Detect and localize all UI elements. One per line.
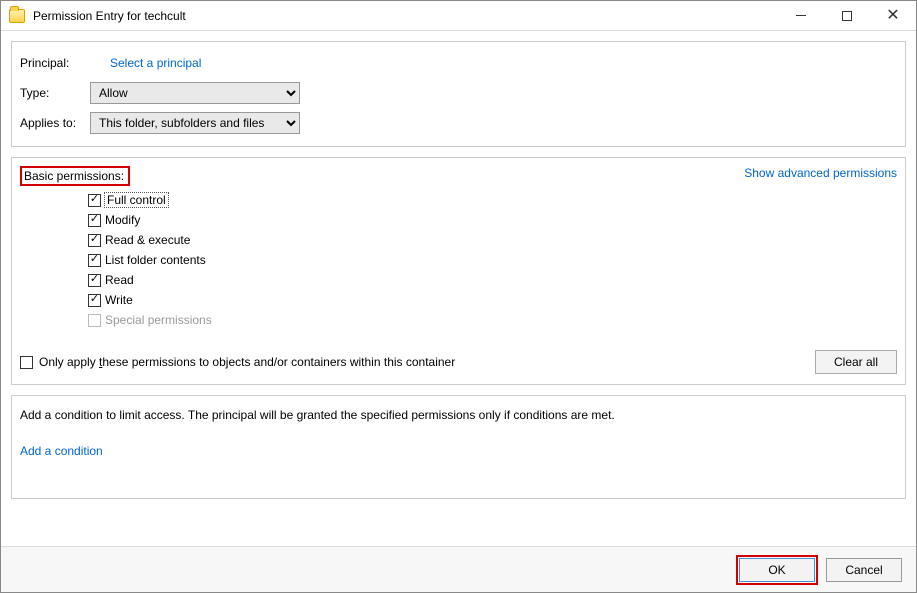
dialog-footer: OK Cancel (1, 546, 916, 592)
clear-all-button[interactable]: Clear all (815, 350, 897, 374)
only-apply-row[interactable]: Only apply these permissions to objects … (20, 355, 455, 369)
folder-icon (9, 9, 25, 23)
permission-label: Write (105, 293, 133, 307)
permission-item: Special permissions (88, 310, 897, 330)
maximize-button[interactable] (824, 1, 870, 30)
condition-panel: Add a condition to limit access. The pri… (11, 395, 906, 499)
minimize-icon (796, 15, 806, 16)
permission-checkbox[interactable] (88, 294, 101, 307)
type-select[interactable]: Allow (90, 82, 300, 104)
permission-checkbox[interactable] (88, 194, 101, 207)
permission-label: Read & execute (105, 233, 190, 247)
permission-item[interactable]: Modify (88, 210, 897, 230)
principal-label: Principal: (20, 56, 90, 70)
permission-label: Modify (105, 213, 140, 227)
permission-checkbox[interactable] (88, 214, 101, 227)
principal-panel: Principal: Select a principal Type: Allo… (11, 41, 906, 147)
ok-highlight: OK (736, 555, 818, 585)
permission-item[interactable]: List folder contents (88, 250, 897, 270)
show-advanced-link[interactable]: Show advanced permissions (744, 166, 897, 180)
permission-label: List folder contents (105, 253, 206, 267)
ok-button[interactable]: OK (739, 558, 815, 582)
permission-label: Special permissions (105, 313, 212, 327)
applies-to-label: Applies to: (20, 116, 90, 130)
add-condition-link[interactable]: Add a condition (20, 444, 103, 458)
permission-checkbox[interactable] (88, 234, 101, 247)
permission-item[interactable]: Read & execute (88, 230, 897, 250)
only-apply-checkbox[interactable] (20, 356, 33, 369)
close-icon: ✕ (886, 8, 899, 24)
type-label: Type: (20, 86, 90, 100)
permission-checkbox[interactable] (88, 254, 101, 267)
permission-checkbox (88, 314, 101, 327)
title-bar: Permission Entry for techcult ✕ (1, 1, 916, 31)
permission-item[interactable]: Write (88, 290, 897, 310)
permission-label: Read (105, 273, 134, 287)
window-title: Permission Entry for techcult (33, 9, 778, 23)
maximize-icon (842, 11, 852, 21)
applies-to-select[interactable]: This folder, subfolders and files (90, 112, 300, 134)
permissions-panel: Basic permissions: Show advanced permiss… (11, 157, 906, 385)
minimize-button[interactable] (778, 1, 824, 30)
permission-checkbox[interactable] (88, 274, 101, 287)
permission-label: Full control (105, 193, 168, 207)
close-button[interactable]: ✕ (870, 1, 916, 30)
only-apply-label: Only apply these permissions to objects … (39, 355, 455, 369)
permission-item[interactable]: Full control (88, 190, 897, 210)
permissions-list: Full control Modify Read & execute List fol… (88, 190, 897, 330)
cancel-button[interactable]: Cancel (826, 558, 902, 582)
basic-permissions-heading: Basic permissions: (20, 166, 130, 186)
window-controls: ✕ (778, 1, 916, 30)
permission-item[interactable]: Read (88, 270, 897, 290)
condition-text: Add a condition to limit access. The pri… (20, 408, 897, 422)
select-principal-link[interactable]: Select a principal (110, 56, 201, 70)
